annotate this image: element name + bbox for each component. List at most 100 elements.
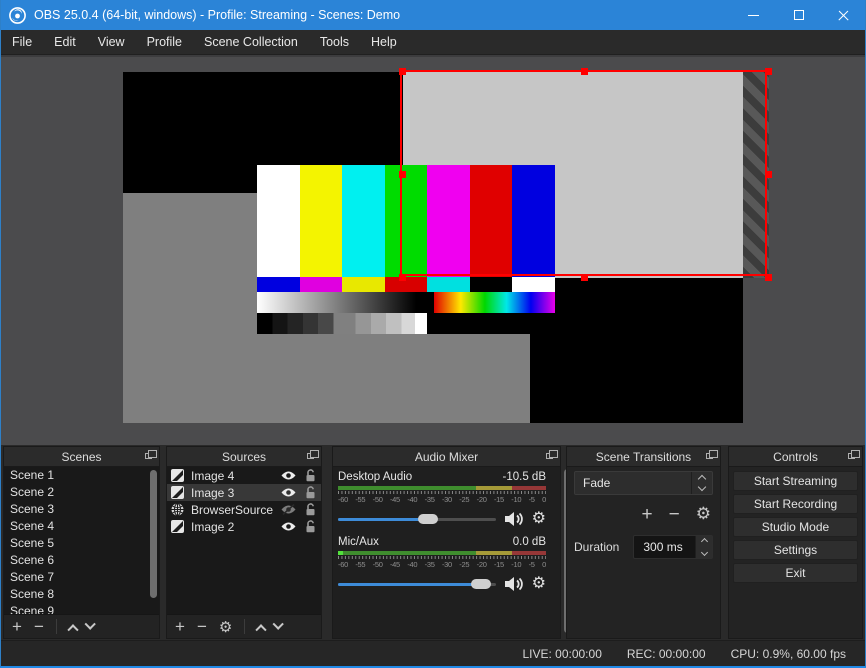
sources-panel-title: Sources [221,449,267,464]
volume-slider[interactable] [338,511,496,527]
colorbars-gradient-row [257,292,555,313]
move-source-down-button[interactable] [272,618,285,630]
db-tick-label: -15 [493,495,504,504]
scene-row[interactable]: Scene 8 [4,586,159,603]
scene-row[interactable]: Scene 7 [4,569,159,586]
duration-spinbox[interactable]: 300 ms [633,535,713,559]
scene-row[interactable]: Scene 5 [4,535,159,552]
scenes-list[interactable]: Scene 1 Scene 2 Scene 3 Scene 4 Scene 5 Scene… [4,467,159,614]
menu-item[interactable]: Profile [136,30,193,54]
lock-open-icon[interactable] [305,520,316,533]
transition-selected-value: Fade [583,476,611,490]
source-row-selected[interactable]: Image 3 [167,484,321,501]
move-source-up-button[interactable] [255,623,267,635]
visibility-eye-icon[interactable] [281,487,296,498]
scene-row[interactable]: Scene 9 [4,603,159,614]
menu-item[interactable]: View [87,30,136,54]
selection-handle-bottom-mid[interactable] [581,274,588,281]
selection-handle-bottom-left[interactable] [399,274,406,281]
minimize-button[interactable] [731,0,776,30]
sources-list[interactable]: Image 4 Image 3 BrowserSource Image 2 [167,467,321,614]
transition-select[interactable]: Fade [574,471,713,495]
combobox-spinner[interactable] [691,472,712,494]
menu-item[interactable]: Edit [43,30,87,54]
remove-source-button[interactable]: − [197,618,207,635]
lock-open-icon[interactable] [305,469,316,482]
menu-bar: File Edit View Profile Scene Collection Tools… [0,30,866,55]
volume-slider-knob[interactable] [417,514,438,524]
menu-item[interactable]: Help [360,30,408,54]
visibility-eye-icon[interactable] [281,470,296,481]
scene-row[interactable]: Scene 3 [4,501,159,518]
dock-float-icon[interactable] [145,450,157,459]
transition-properties-gear-icon[interactable]: ⚙ [696,504,711,524]
controls-button[interactable]: Start Recording [733,494,858,514]
duration-up-button[interactable] [696,536,712,547]
image-icon [171,486,184,499]
lock-open-icon[interactable] [305,486,316,499]
duration-down-button[interactable] [696,547,712,558]
scene-row[interactable]: Scene 4 [4,518,159,535]
lock-open-icon[interactable] [305,503,316,516]
selection-handle-mid-right[interactable] [765,171,772,178]
preview-canvas[interactable] [0,55,866,445]
db-tick-label: -25 [459,560,470,569]
db-tick-label: -5 [528,560,535,569]
volume-slider[interactable] [338,576,496,592]
meter-tickmarks [338,556,546,559]
selection-handle-mid-left[interactable] [399,171,406,178]
channel-settings-gear-icon[interactable]: ⚙ [532,511,546,527]
maximize-button[interactable] [776,0,821,30]
remove-transition-button[interactable]: − [669,505,680,524]
close-button[interactable] [821,0,866,30]
selection-handle-top-mid[interactable] [581,68,588,75]
source-row[interactable]: BrowserSource [167,501,321,518]
dock-float-icon[interactable] [848,450,860,459]
selection-handle-top-right[interactable] [765,68,772,75]
visibility-eye-hidden-icon[interactable] [281,504,296,515]
source-black-rect-bottom[interactable] [530,278,743,423]
scene-row[interactable]: Scene 6 [4,552,159,569]
minimize-icon [748,14,759,16]
channel-settings-gear-icon[interactable]: ⚙ [532,576,546,592]
source-row[interactable]: Image 4 [167,467,321,484]
selection-outline[interactable] [400,70,767,276]
meter-tickmarks [338,491,546,494]
volume-slider-knob[interactable] [471,579,492,589]
source-properties-gear-icon[interactable]: ⚙ [219,618,232,636]
source-name: Image 3 [191,485,235,500]
dock-float-icon[interactable] [706,450,718,459]
selection-handle-bottom-right[interactable] [765,274,772,281]
db-tick-label: -20 [476,560,487,569]
speaker-icon[interactable] [504,576,526,592]
menu-item[interactable]: Scene Collection [193,30,309,54]
visibility-eye-icon[interactable] [281,521,296,532]
dock-float-icon[interactable] [546,450,558,459]
source-row[interactable]: Image 2 [167,518,321,535]
selection-handle-top-left[interactable] [399,68,406,75]
title-bar: OBS 25.0.4 (64-bit, windows) - Profile: … [0,0,866,30]
move-scene-up-button[interactable] [67,623,79,635]
controls-button[interactable]: Settings [733,540,858,560]
controls-button[interactable]: Start Streaming [733,471,858,491]
dock-float-icon[interactable] [307,450,319,459]
controls-panel: Controls Start Streaming Start Recording S… [728,446,863,639]
move-scene-down-button[interactable] [84,618,96,630]
menu-item[interactable]: Tools [309,30,360,54]
controls-button[interactable]: Studio Mode [733,517,858,537]
scene-row[interactable]: Scene 2 [4,484,159,501]
db-tick-label: -55 [355,495,366,504]
add-transition-button[interactable]: + [642,505,653,524]
source-name: BrowserSource [191,502,274,517]
menu-item[interactable]: File [1,30,43,54]
add-scene-button[interactable]: + [12,618,22,635]
scene-row[interactable]: Scene 1 [4,467,159,484]
scenes-scrollbar[interactable] [150,470,157,598]
controls-button[interactable]: Exit [733,563,858,583]
db-tick-label: -50 [372,495,383,504]
speaker-icon[interactable] [504,511,526,527]
remove-scene-button[interactable]: − [34,618,44,635]
cpu-fps: CPU: 0.9%, 60.00 fps [730,646,846,661]
add-source-button[interactable]: + [175,618,185,635]
audio-mixer-body: Desktop Audio -10.5 dB -60 -55 -50 -45 -40 -3… [333,467,571,638]
